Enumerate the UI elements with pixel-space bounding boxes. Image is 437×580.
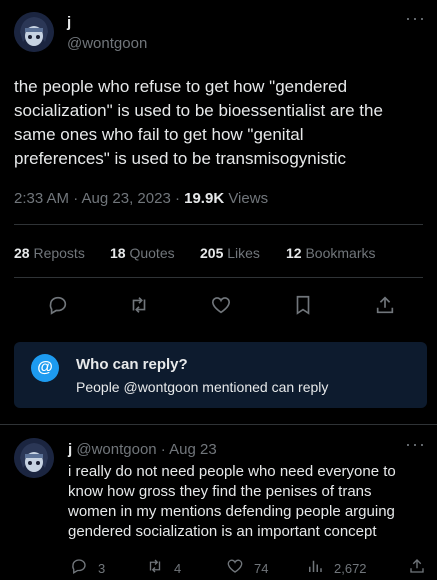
reply-date[interactable]: · Aug 23 xyxy=(161,441,217,458)
like-icon[interactable] xyxy=(210,294,232,316)
reply-header: j @wontgoon · Aug 23 xyxy=(68,441,217,458)
who-can-reply-subtitle: People @wontgoon mentioned can reply xyxy=(76,379,329,395)
like-count: 74 xyxy=(254,561,269,576)
views-count: 2,672 xyxy=(334,561,367,576)
repost-icon[interactable] xyxy=(128,294,150,316)
views-label: Views xyxy=(224,190,269,207)
stat-quotes[interactable]: 18 Quotes xyxy=(110,245,175,261)
author-avatar[interactable] xyxy=(14,12,54,52)
stat-bookmarks[interactable]: 12 Bookmarks xyxy=(286,245,376,261)
reply-action-views[interactable]: 2,672 xyxy=(306,557,367,580)
tweet-meta: 2:33 AM · Aug 23, 2023 · 19.9K Views xyxy=(14,190,268,207)
tweet-timestamp[interactable]: 2:33 AM · Aug 23, 2023 · xyxy=(14,190,184,207)
views-count: 19.9K xyxy=(184,190,225,207)
tweet-text: the people who refuse to get how "gender… xyxy=(14,77,383,168)
who-can-reply-title: Who can reply? xyxy=(76,356,188,373)
reply-action-repost[interactable]: 4 xyxy=(146,557,181,580)
reply-action-like[interactable]: 74 xyxy=(226,557,268,580)
repost-count: 4 xyxy=(174,561,182,576)
author-handle[interactable]: @wontgoon xyxy=(67,35,147,52)
reply-author-name[interactable]: j xyxy=(68,441,72,458)
reply-author-avatar[interactable] xyxy=(14,438,54,478)
who-can-reply-panel: @ Who can reply? People @wontgoon mentio… xyxy=(14,342,427,408)
reply-icon[interactable] xyxy=(47,294,69,316)
at-icon: @ xyxy=(31,354,59,382)
reply-count: 3 xyxy=(98,561,106,576)
share-icon[interactable] xyxy=(374,294,396,316)
like-icon xyxy=(226,557,244,580)
repost-icon xyxy=(146,557,164,580)
bookmark-icon[interactable] xyxy=(292,294,314,316)
author-name[interactable]: j xyxy=(67,14,71,31)
divider xyxy=(14,224,423,225)
divider xyxy=(0,424,437,425)
views-icon xyxy=(306,557,324,580)
reply-more-icon[interactable]: ··· xyxy=(405,434,426,455)
reply-author-handle[interactable]: @wontgoon xyxy=(76,441,156,458)
reply-share-icon[interactable] xyxy=(408,557,426,580)
stat-likes[interactable]: 205 Likes xyxy=(200,245,260,261)
stat-reposts[interactable]: 28 Reposts xyxy=(14,245,85,261)
reply-action-reply[interactable]: 3 xyxy=(70,557,105,580)
divider xyxy=(14,277,423,278)
reply-icon xyxy=(70,557,88,580)
reply-text: i really do not need people who need eve… xyxy=(68,463,396,540)
more-icon[interactable]: ··· xyxy=(405,8,426,29)
